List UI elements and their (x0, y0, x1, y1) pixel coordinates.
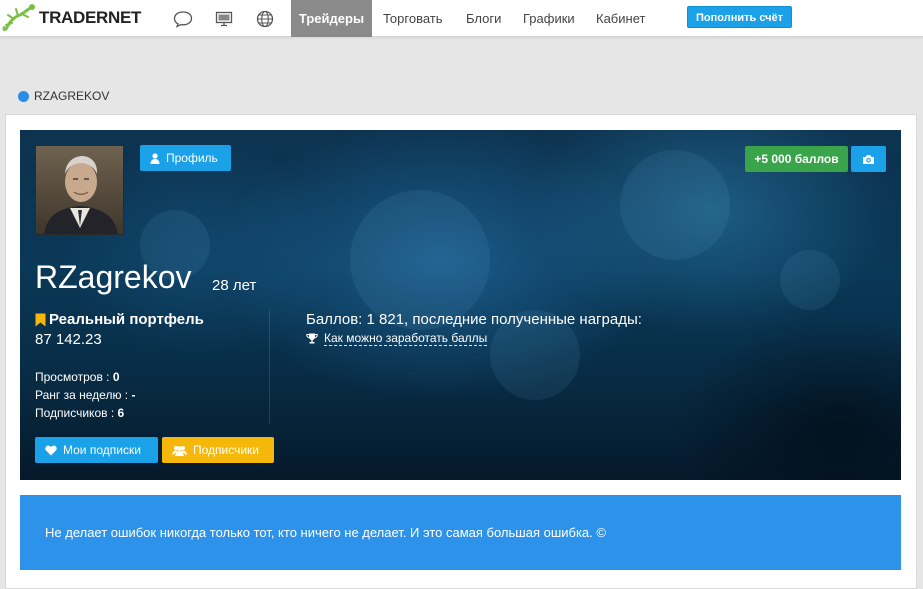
heart-icon (45, 445, 57, 455)
users-icon (172, 445, 187, 456)
topup-account-button[interactable]: Пополнить счёт (687, 6, 793, 28)
logo[interactable]: TRADERNET (2, 3, 141, 33)
logo-text: TRADERNET (39, 8, 142, 27)
profile-hero: Профиль +5 000 баллов RZagrekov 28 лет Р… (20, 130, 901, 480)
gecko-logo-icon (2, 4, 35, 32)
profile-button-label: Профиль (166, 151, 218, 165)
globe-icon[interactable] (255, 9, 275, 29)
status-quote-text: Не делает ошибок никогда только тот, кто… (45, 525, 606, 540)
howto-earn-points-link[interactable]: Как можно заработать баллы (324, 331, 488, 346)
portfolio-value: 87 142.23 (35, 331, 102, 348)
add-points-button[interactable]: +5 000 баллов (745, 146, 848, 172)
avatar[interactable] (35, 145, 124, 235)
monitor-icon[interactable] (214, 9, 234, 29)
top-navbar: TRADERNET Трейдеры Торговать Блоги Графи… (0, 0, 923, 37)
stat-subscribers-value: 6 (117, 406, 125, 420)
user-icon (150, 152, 160, 164)
nav-link-cabinet[interactable]: Кабинет (596, 0, 645, 37)
trophy-icon (306, 333, 318, 344)
nav-link-charts[interactable]: Графики (523, 0, 575, 37)
followers-label: Подписчики (193, 443, 260, 457)
stat-rank: Ранг за неделю : - (35, 388, 136, 402)
nav-link-blogs[interactable]: Блоги (466, 0, 501, 37)
stat-subscribers: Подписчиков : 6 (35, 406, 125, 420)
nav-link-trade[interactable]: Торговать (383, 0, 443, 37)
my-subscriptions-label: Мои подписки (63, 443, 141, 457)
status-dot-icon (18, 90, 29, 102)
nav-link-traders[interactable]: Трейдеры (291, 0, 372, 37)
breadcrumb-username: RZAGREKOV (34, 89, 110, 103)
stat-views: Просмотров : 0 (35, 370, 120, 384)
profile-button[interactable]: Профиль (140, 145, 231, 171)
user-photo-icon (36, 146, 123, 234)
camera-icon (863, 154, 874, 164)
my-subscriptions-button[interactable]: Мои подписки (35, 437, 158, 463)
status-quote: Не делает ошибок никогда только тот, кто… (20, 495, 901, 570)
portfolio-title: Реальный портфель (49, 311, 204, 328)
chat-icon[interactable] (173, 9, 193, 29)
breadcrumb: RZAGREKOV (18, 89, 109, 103)
stat-views-value: 0 (112, 370, 120, 384)
column-divider (269, 310, 270, 424)
portfolio-header: Реальный портфель (35, 311, 204, 328)
camera-button[interactable] (851, 146, 886, 172)
user-age: 28 лет (212, 277, 257, 294)
howto-earn-points[interactable]: Как можно заработать баллы (306, 331, 488, 346)
stat-rank-value: - (131, 388, 136, 402)
score-summary: Баллов: 1 821, последние полученные нагр… (306, 311, 642, 328)
followers-button[interactable]: Подписчики (162, 437, 274, 463)
username-title: RZagrekov (35, 259, 192, 295)
bookmark-icon (35, 313, 46, 326)
